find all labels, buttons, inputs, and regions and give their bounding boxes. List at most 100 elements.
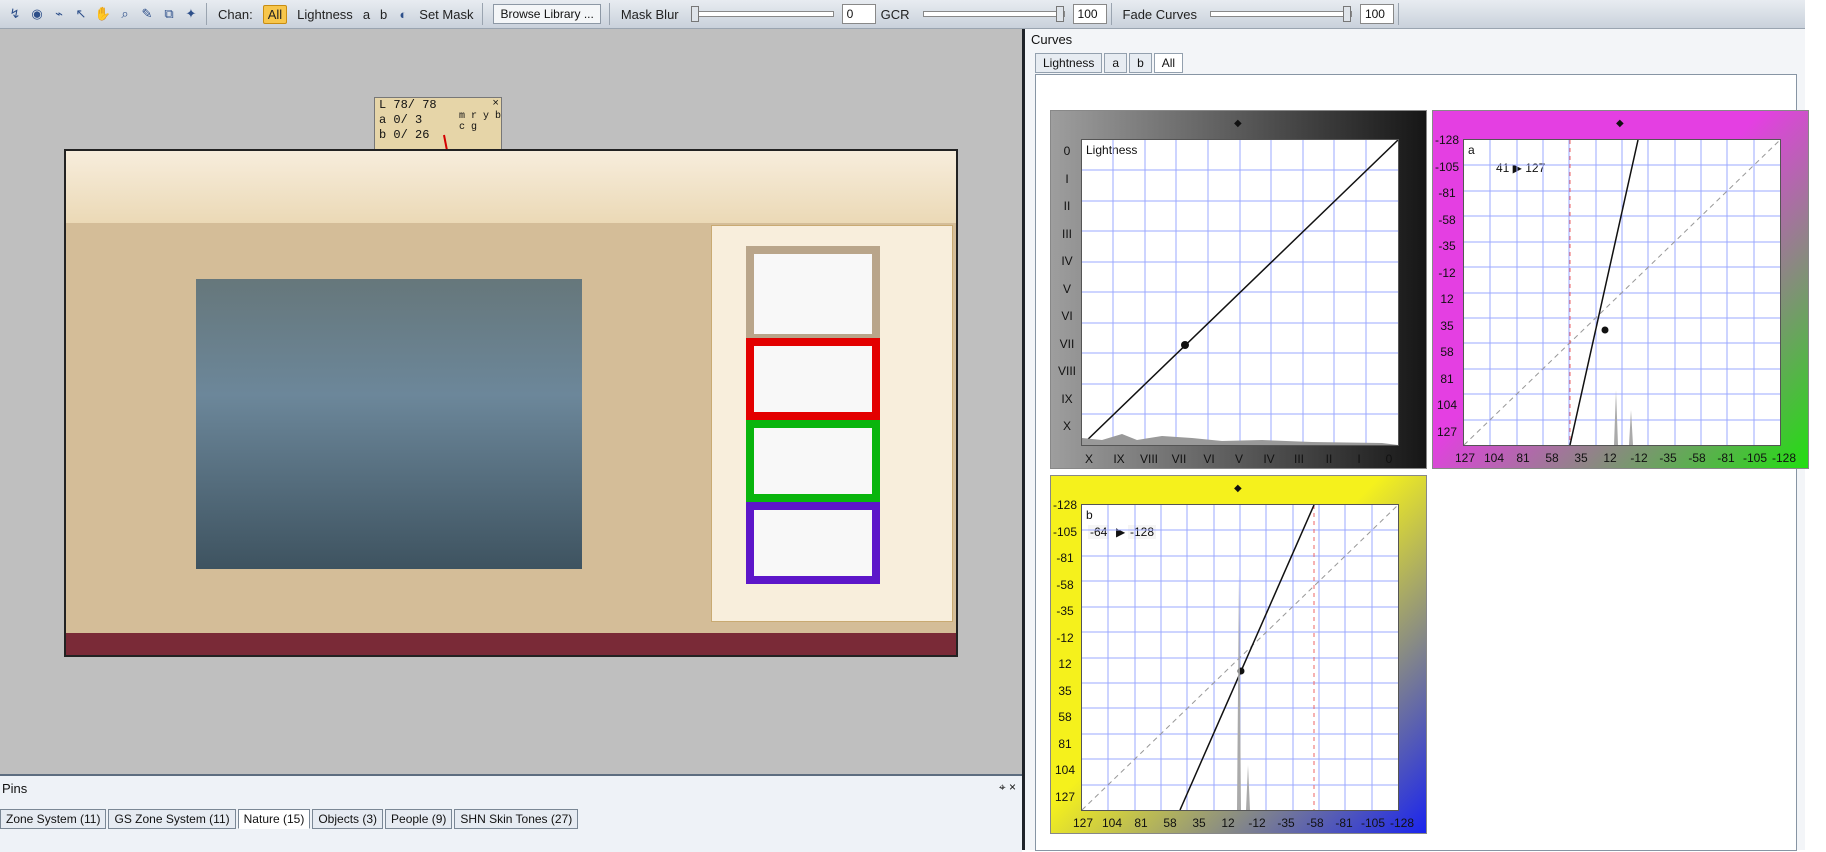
embedded-green-curve [746,420,880,502]
mask-tool-icon[interactable]: ◉ [28,5,46,23]
lightness-curve-svg[interactable] [1082,140,1398,445]
lightness-y-tick: X [1062,419,1071,433]
fade-group: Fade Curves 100 [1114,3,1399,25]
lightness-y-tick: IX [1061,391,1073,406]
fade-slider[interactable] [1209,6,1352,22]
pin-tab-zone-system[interactable]: Zone System (11) [0,809,107,829]
mask-blur-group: Mask Blur 0 GCR 100 [612,3,1112,25]
channel-a-button[interactable]: a [363,7,370,22]
b-y-tick: 58 [1058,710,1072,724]
curve-tab-all[interactable]: All [1153,53,1184,73]
mask-blur-slider[interactable] [690,6,834,22]
fade-curves-input[interactable]: 100 [1359,4,1394,24]
gcr-thumb[interactable] [1055,6,1064,22]
picker-icon[interactable]: ✎ [138,5,156,23]
b-x-tick: 127 [1072,816,1094,830]
mask-blur-label: Mask Blur [620,6,679,22]
a-y-tick: -105 [1434,159,1460,174]
a-channel-frame: a 41 ▶ 127 -128 -105 -81 -58 -35 -12 12 35 58 81 1… [1432,110,1809,469]
curve-tab-lightness[interactable]: Lightness [1035,53,1103,73]
pin-close-icons[interactable]: ⌖ × [999,780,1016,795]
browse-library-button[interactable]: Browse Library ... [493,4,601,24]
lightness-x-tick: IV [1263,452,1275,466]
b-x-tick: -12 [1248,816,1266,830]
a-y-tick: 35 [1440,318,1454,333]
channel-lightness-button[interactable]: Lightness [297,7,353,22]
a-control-point[interactable] [1601,326,1609,334]
mask-blur-input[interactable]: 0 [841,4,876,24]
curve-tabs: Lightness a b All [1035,53,1185,73]
a-x-tick: 35 [1574,451,1588,465]
lightness-y-tick: 0 [1063,144,1071,158]
lightness-x-tick: II [1325,452,1333,466]
hand-icon[interactable]: ✋ [94,5,112,23]
pin-tab-objects[interactable]: Objects (3) [312,809,384,829]
b-x-tick: -128 [1389,816,1415,830]
b-y-tick: 35 [1058,683,1072,698]
copy-icon[interactable]: ⧉ [160,5,178,23]
b-y-tick: 81 [1058,736,1072,751]
a-x-tick: 104 [1483,451,1505,465]
curves-title: Curves [1031,32,1073,47]
curve-tab-b[interactable]: b [1129,53,1152,73]
a-curve-svg[interactable] [1464,140,1780,445]
b-y-tick: -35 [1056,604,1074,618]
b-y-tick: -58 [1056,577,1074,592]
channel-all-button[interactable]: All [262,4,288,24]
b-channel-frame: b -64 ▶ -128 -128 -105 -81 -58 -35 -12 12 35 58 8… [1050,475,1427,834]
a-histogram [1614,390,1633,445]
lightness-control-point[interactable] [1181,341,1189,349]
b-x-tick: 35 [1192,816,1206,830]
pins-tabs: Zone System (11) GS Zone System (11) Nat… [0,809,580,829]
pin-tab-nature[interactable]: Nature (15) [237,809,311,829]
gcr-input[interactable]: 100 [1072,4,1107,24]
b-y-tick: 127 [1054,789,1076,804]
set-mask-button[interactable]: Set Mask [419,7,473,22]
b-histogram [1237,575,1250,810]
lightness-y-tick: VIII [1057,364,1076,378]
eyedropper-icon[interactable]: ⌁ [50,5,68,23]
lightness-plot[interactable]: Lightness [1081,139,1399,446]
lightness-y-tick: I [1065,171,1069,186]
lightness-y-tick: III [1061,226,1072,241]
a-x-tick: 81 [1516,451,1530,465]
lightness-x-tick: VI [1203,452,1215,466]
a-y-tick: 12 [1440,292,1454,306]
mask-icon: ◐ [399,6,408,22]
brush-icon[interactable]: ✦ [182,5,200,23]
a-x-tick: -81 [1717,451,1735,465]
embedded-ribbon [66,151,956,223]
river-photo [196,279,582,569]
gcr-slider[interactable] [922,6,1065,22]
b-x-tick: 58 [1163,816,1177,830]
a-x-tick: -128 [1771,451,1797,465]
a-channel-plot[interactable]: a 41 ▶ 127 [1463,139,1781,446]
fade-curves-label: Fade Curves [1122,6,1197,22]
fade-thumb[interactable] [1342,6,1351,22]
a-y-tick: -35 [1438,239,1456,253]
curve-tool-icon[interactable]: ↯ [6,5,24,23]
lightness-x-tick: 0 [1385,452,1393,466]
a-y-tick: -12 [1438,265,1456,280]
image-canvas[interactable]: L 78/ 78 a 0/ 3 b 0/ 26 × m r y b c g [0,29,1022,774]
embedded-rgb-curve [746,246,880,342]
lightness-x-tick: IX [1113,452,1125,466]
zoom-icon[interactable]: ⌕ [116,5,134,23]
mask-blur-thumb[interactable] [690,6,699,22]
a-y-tick: -81 [1438,186,1456,200]
pin-tab-shn-skin-tones[interactable]: SHN Skin Tones (27) [454,809,579,829]
a-x-tick: 12 [1603,451,1617,465]
curve-tab-a[interactable]: a [1104,53,1128,73]
b-y-tick: 12 [1058,657,1072,671]
a-y-tick: 127 [1436,424,1458,439]
pin-tab-gs-zone-system[interactable]: GS Zone System (11) [108,809,236,829]
embedded-curves-panel [711,225,953,622]
pin-tab-people[interactable]: People (9) [385,809,453,829]
b-x-tick: -35 [1277,816,1295,830]
b-curve-svg[interactable] [1082,505,1398,810]
arrow-icon[interactable]: ↖ [72,5,90,23]
b-channel-plot[interactable]: b -64 ▶ -128 [1081,504,1399,811]
b-x-tick: -81 [1335,816,1353,830]
channel-b-button[interactable]: b [380,7,387,22]
lightness-x-tick: VIII [1139,452,1158,466]
